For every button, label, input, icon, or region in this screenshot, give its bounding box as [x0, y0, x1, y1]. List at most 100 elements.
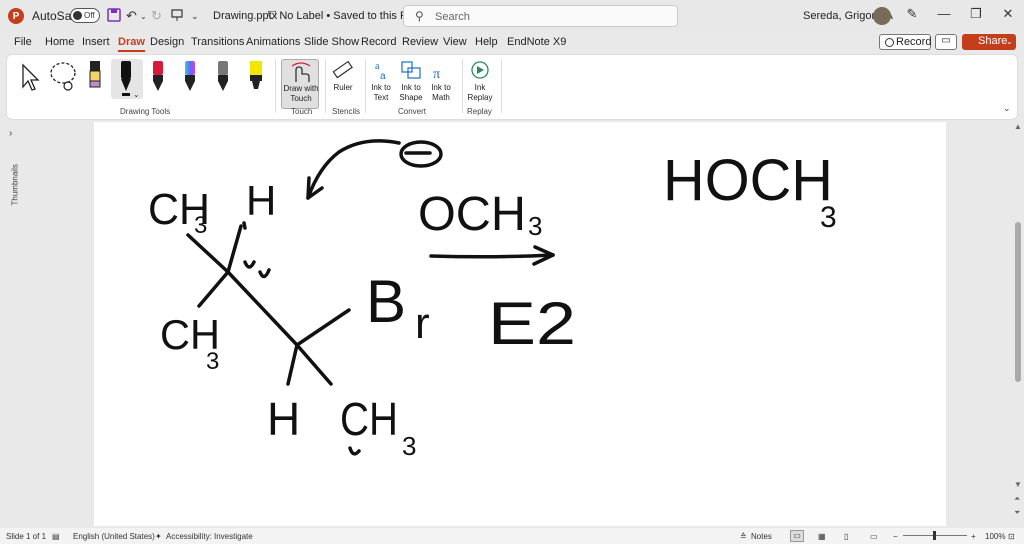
- lone-pair-mark: [243, 260, 256, 269]
- scroll-up-icon[interactable]: ▲: [1014, 122, 1022, 131]
- touch-label: Touch: [291, 107, 313, 116]
- collapse-ribbon-icon[interactable]: ⌄: [1003, 103, 1011, 114]
- bond-upper-left: [186, 233, 230, 274]
- galaxy-pen[interactable]: [182, 59, 198, 101]
- chevron-down-icon: ⌄: [1006, 37, 1013, 46]
- ink-subscript-3: 3: [206, 348, 219, 375]
- select-tool[interactable]: [19, 59, 41, 101]
- previous-slide-icon[interactable]: ⏶: [1014, 494, 1020, 504]
- record-button[interactable]: Record: [879, 34, 931, 50]
- bond-down-h: [286, 343, 299, 386]
- spellcheck-icon[interactable]: ▤: [52, 532, 60, 541]
- black-pen[interactable]: ⌄: [111, 59, 143, 99]
- ruler-button[interactable]: Ruler: [331, 59, 355, 101]
- tab-record[interactable]: Record: [361, 36, 396, 48]
- notes-icon: ≙: [740, 532, 747, 541]
- scrollbar-thumb[interactable]: [1015, 222, 1021, 382]
- tab-insert[interactable]: Insert: [82, 36, 110, 48]
- ink-subscript-3: 3: [194, 212, 207, 239]
- record-icon: [885, 38, 894, 47]
- save-icon[interactable]: [107, 8, 121, 25]
- ink-ch3-lower-right: CH: [340, 393, 398, 445]
- lone-pair-mark: [242, 221, 247, 230]
- ribbon-tabs: File Home Insert Draw Design Transitions…: [0, 32, 1024, 54]
- tab-endnote[interactable]: EndNote X9: [507, 36, 566, 48]
- shield-icon: ⛉: [268, 10, 277, 22]
- scroll-down-icon[interactable]: ▼: [1014, 480, 1022, 489]
- lasso-select-tool[interactable]: [48, 59, 80, 101]
- present-icon[interactable]: [170, 8, 184, 25]
- ink-to-text-button[interactable]: aa Ink to Text: [370, 59, 392, 102]
- search-placeholder: Search: [435, 11, 470, 23]
- label-status[interactable]: ⛉ No Label • Saved to this PC ⌄: [268, 10, 424, 23]
- undo-icon[interactable]: ↶: [126, 8, 137, 24]
- minimize-icon[interactable]: —: [934, 6, 954, 21]
- pen-icon[interactable]: ✎: [902, 6, 922, 22]
- notes-button[interactable]: Notes: [751, 532, 772, 541]
- next-slide-icon[interactable]: ⏷: [1014, 508, 1020, 518]
- accessibility-status[interactable]: Accessibility: Investigate: [166, 532, 253, 541]
- comments-button[interactable]: ▭: [935, 34, 957, 50]
- fit-to-window-icon[interactable]: ⊡: [1008, 532, 1015, 541]
- tab-review[interactable]: Review: [402, 36, 438, 48]
- slide-sorter-icon[interactable]: ▦: [818, 532, 826, 541]
- search-icon: ⚲: [415, 9, 424, 23]
- chevron-right-icon[interactable]: ›: [9, 128, 12, 139]
- separator: [462, 59, 463, 113]
- tab-view[interactable]: View: [443, 36, 467, 48]
- bond-main: [226, 270, 299, 347]
- reading-view-icon[interactable]: ▯: [844, 532, 848, 541]
- ink-to-math-label: Ink to Math: [431, 83, 451, 102]
- customize-toolbar-icon[interactable]: ⌄: [191, 11, 199, 22]
- title-bar: P AutoSave Off ↶ ⌄ ↻ ⌄ Drawing.pptx ⛉ No…: [0, 0, 1024, 32]
- share-button[interactable]: Share ⌄: [962, 34, 1016, 50]
- normal-view-icon[interactable]: ▭: [790, 530, 804, 542]
- ink-to-shape-label: Ink to Shape: [399, 83, 423, 102]
- zoom-slider-thumb[interactable]: [933, 531, 936, 540]
- tab-help[interactable]: Help: [475, 36, 498, 48]
- slide-canvas[interactable]: CH 3 H CH 3 B r H CH 3 OCH 3 E2 HOCH 3: [94, 122, 946, 526]
- ink-h-upper: H: [246, 177, 276, 224]
- tab-slide-show[interactable]: Slide Show: [304, 36, 359, 48]
- tab-home[interactable]: Home: [45, 36, 74, 48]
- powerpoint-icon: P: [8, 8, 24, 24]
- eraser-tool[interactable]: [87, 59, 103, 101]
- svg-text:⌄: ⌄: [133, 90, 140, 99]
- autosave-toggle[interactable]: Off: [70, 8, 100, 23]
- zoom-level[interactable]: 100%: [985, 532, 1005, 541]
- tab-design[interactable]: Design: [150, 36, 184, 48]
- convert-label: Convert: [398, 107, 427, 116]
- draw-with-touch-button[interactable]: Draw with Touch: [281, 59, 319, 109]
- tab-animations[interactable]: Animations: [246, 36, 300, 48]
- tab-draw[interactable]: Draw: [118, 36, 145, 52]
- ink-to-shape-button[interactable]: Ink to Shape: [399, 59, 423, 102]
- tab-transitions[interactable]: Transitions: [191, 36, 244, 48]
- language-status[interactable]: English (United States): [73, 532, 155, 541]
- red-pen[interactable]: [150, 59, 166, 101]
- avatar[interactable]: [873, 7, 891, 25]
- stencils-label: Stencils: [332, 107, 361, 116]
- bond-lower-left: [197, 270, 230, 308]
- ink-to-math-button[interactable]: π Ink to Math: [429, 59, 453, 102]
- gray-pen[interactable]: [215, 59, 231, 101]
- ink-subscript-3: 3: [402, 431, 416, 461]
- handwritten-labels: CH 3 H CH 3 B r H CH 3 OCH 3 E2 HOCH 3: [148, 148, 837, 461]
- restore-icon[interactable]: ❐: [966, 6, 986, 22]
- close-icon[interactable]: ✕: [998, 6, 1018, 22]
- vertical-scrollbar[interactable]: ▲ ▼ ⏶ ⏷: [1012, 122, 1024, 526]
- slide-show-icon[interactable]: ▭: [870, 532, 878, 541]
- thumbnails-pane[interactable]: › Thumbnails: [4, 126, 22, 526]
- ink-replay-button[interactable]: Ink Replay: [467, 59, 493, 102]
- zoom-in-icon[interactable]: +: [971, 532, 976, 541]
- reaction-arrow: [429, 253, 555, 259]
- yellow-highlighter[interactable]: [247, 59, 265, 101]
- accessibility-icon: ✦: [155, 532, 162, 541]
- undo-dropdown-icon[interactable]: ⌄: [140, 12, 147, 21]
- redo-icon[interactable]: ↻: [151, 8, 162, 24]
- search-box[interactable]: ⚲ Search: [403, 5, 678, 27]
- label-status-text: No Label • Saved to this PC: [279, 10, 416, 22]
- bond-up-h: [226, 224, 243, 274]
- bond-down-ch3: [295, 343, 333, 386]
- tab-file[interactable]: File: [14, 36, 32, 48]
- zoom-out-icon[interactable]: −: [893, 532, 898, 541]
